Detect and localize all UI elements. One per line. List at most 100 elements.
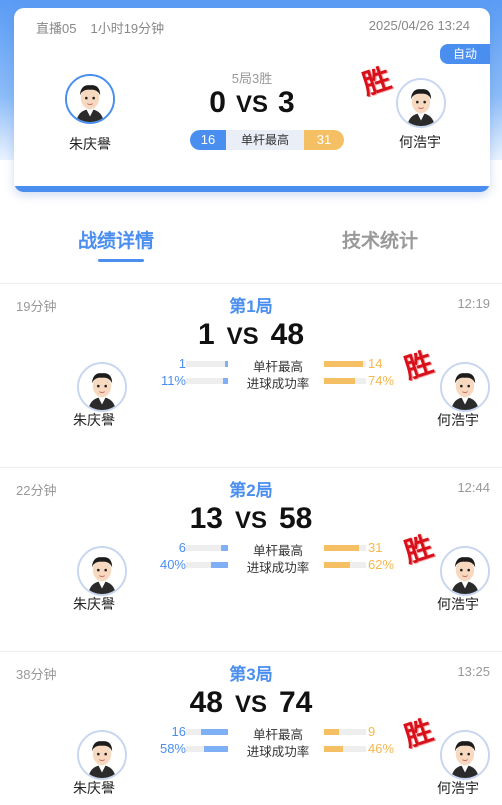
stat-label: 进球成功率: [246, 561, 310, 575]
highest-break-bar: 16 单杆最高 31: [190, 130, 344, 150]
game-time: 12:44: [457, 480, 490, 495]
game-left-avatar[interactable]: [77, 730, 127, 780]
player-avatar-icon: [442, 548, 488, 594]
game-score-right: 74: [279, 686, 313, 719]
stat-right-value: 62%: [368, 557, 395, 572]
match-vs: VS: [235, 91, 268, 118]
stat-left-fill: [203, 746, 228, 752]
game-left-name: 朱庆譽: [73, 596, 115, 612]
stat-right-value: 9: [368, 724, 376, 739]
stat-right-track: [324, 746, 366, 752]
stat-left-value: 58%: [159, 741, 186, 756]
game-right-name: 何浩宇: [437, 780, 479, 796]
stat-left-value: 11%: [160, 373, 186, 388]
stat-left-track: [186, 562, 228, 568]
card-accent-strip: [14, 186, 490, 192]
game-section[interactable]: 38分钟 第3局 13:25 48 VS 74 16 单杆最高 9 58% 进球成功…: [0, 654, 502, 805]
game-score-right: 48: [270, 318, 305, 351]
auto-mode-tag[interactable]: 自动: [440, 44, 490, 64]
player-avatar-icon: [79, 364, 125, 410]
tab-technical-stats[interactable]: 技术统计: [342, 226, 418, 253]
stat-left-track: [186, 746, 228, 752]
room-label: 直播05: [36, 21, 77, 36]
stat-left-track: [186, 361, 228, 367]
game-title: 第2局: [229, 481, 273, 500]
game-left-name: 朱庆譽: [73, 780, 115, 796]
game-title: 第3局: [229, 665, 273, 684]
game-right-avatar[interactable]: [440, 362, 490, 412]
section-divider: [0, 283, 502, 284]
stat-right-fill: [324, 545, 360, 551]
stat-right-track: [324, 378, 366, 384]
stat-right-value: 46%: [368, 741, 395, 756]
game-vs: VS: [234, 691, 267, 718]
stat-right-track: [324, 729, 366, 735]
stat-right-track: [324, 361, 366, 367]
stat-left-track: [186, 545, 228, 551]
game-title: 第1局: [229, 297, 273, 316]
highest-break-label: 单杆最高: [226, 130, 304, 150]
player-avatar-icon: [442, 364, 488, 410]
player-avatar-icon: [79, 548, 125, 594]
stat-right-fill: [324, 361, 364, 367]
game-divider: [0, 467, 502, 468]
game-time: 12:19: [457, 296, 490, 311]
stat-right-track: [324, 545, 366, 551]
player-avatar-icon: [442, 732, 488, 778]
game-score-left: 48: [189, 686, 223, 719]
game-left-avatar[interactable]: [77, 546, 127, 596]
game-left-avatar[interactable]: [77, 362, 127, 412]
stat-left-fill: [221, 545, 228, 551]
stat-right-value: 74%: [368, 373, 395, 388]
game-section[interactable]: 19分钟 第1局 12:19 1 VS 48 1 单杆最高 14 11% 进球成功率: [0, 286, 502, 466]
match-meta: 直播05 1小时19分钟: [36, 18, 164, 37]
stat-right-value: 14: [368, 356, 383, 371]
game-left-name: 朱庆譽: [73, 412, 115, 428]
match-datetime: 2025/04/26 13:24: [368, 18, 470, 33]
stat-left-fill: [211, 562, 228, 568]
game-right-name: 何浩宇: [437, 596, 479, 612]
stat-left-value: 6: [178, 540, 186, 555]
stat-left-fill: [223, 378, 228, 384]
game-score-right: 58: [279, 502, 313, 535]
player-right-name: 何浩宇: [399, 134, 441, 150]
stat-right-value: 31: [368, 540, 383, 555]
stat-left-value: 16: [171, 724, 186, 739]
match-format: 5局3胜: [231, 71, 273, 86]
highest-break-left: 16: [190, 130, 226, 150]
match-duration: 1小时19分钟: [90, 21, 165, 36]
player-avatar-icon: [79, 732, 125, 778]
tab-active-indicator: [98, 259, 144, 262]
game-section[interactable]: 22分钟 第2局 12:44 13 VS 58 6 单杆最高 31 40% 进球成功…: [0, 470, 502, 650]
stat-left-track: [186, 378, 228, 384]
stat-right-fill: [324, 562, 351, 568]
stat-left-track: [186, 729, 228, 735]
stat-label: 进球成功率: [246, 377, 310, 391]
highest-break-right: 31: [304, 130, 344, 150]
tab-bar: 战绩详情 技术统计: [0, 226, 502, 266]
game-vs: VS: [234, 507, 267, 534]
game-right-name: 何浩宇: [437, 412, 479, 428]
game-score-left: 13: [189, 502, 223, 535]
stat-right-fill: [324, 746, 344, 752]
stat-label: 进球成功率: [246, 745, 310, 759]
match-summary-card: 直播05 1小时19分钟 2025/04/26 13:24 自动 朱庆譽 何浩宇: [14, 8, 490, 192]
stat-right-track: [324, 562, 366, 568]
game-score-left: 1: [197, 318, 215, 351]
stat-left-fill: [225, 361, 228, 367]
game-vs: VS: [226, 323, 259, 350]
tab-match-details[interactable]: 战绩详情: [78, 226, 154, 253]
game-time: 13:25: [457, 664, 490, 679]
game-right-avatar[interactable]: [440, 730, 490, 780]
stat-left-value: 40%: [159, 557, 186, 572]
stat-right-fill: [324, 378, 356, 384]
match-score: 0 VS 3: [14, 86, 490, 120]
stat-right-fill: [324, 729, 340, 735]
player-left-name: 朱庆譽: [69, 136, 111, 152]
game-right-avatar[interactable]: [440, 546, 490, 596]
match-score-right: 3: [278, 86, 295, 119]
game-divider: [0, 651, 502, 652]
stat-left-value: 1: [178, 356, 186, 371]
stat-left-fill: [201, 729, 228, 735]
match-score-left: 0: [209, 86, 226, 119]
